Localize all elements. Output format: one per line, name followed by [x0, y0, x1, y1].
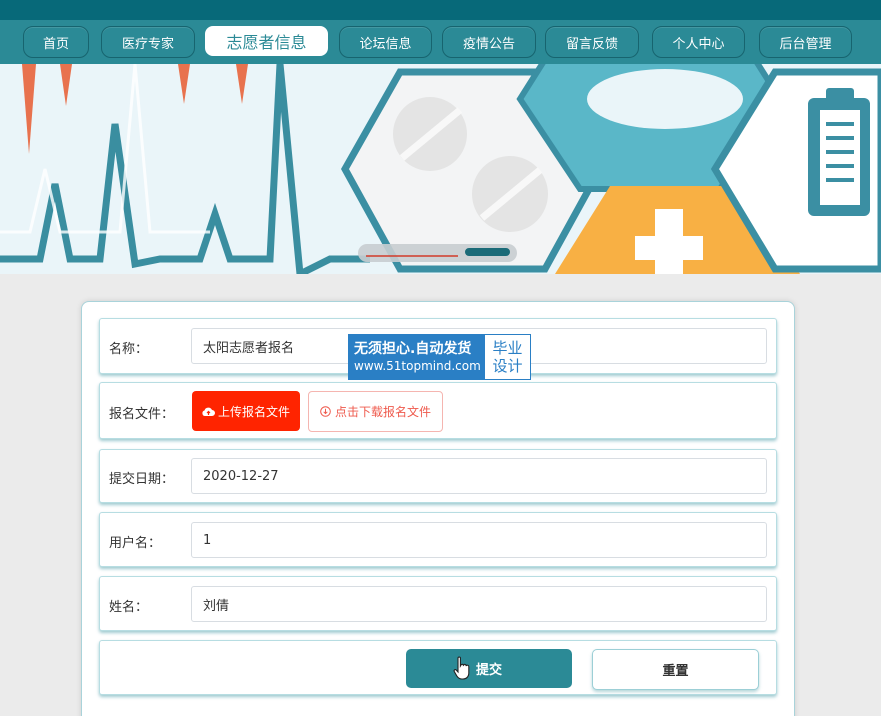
- nav-medical-experts[interactable]: 医疗专家: [101, 26, 195, 58]
- upload-file-button[interactable]: 上传报名文件: [192, 391, 300, 431]
- download-file-button[interactable]: 点击下载报名文件: [308, 391, 443, 432]
- nav-admin[interactable]: 后台管理: [759, 26, 852, 58]
- form-row-file: 报名文件： 上传报名文件 点击下载报名文件: [99, 382, 777, 439]
- nav-volunteer-info[interactable]: 志愿者信息: [203, 24, 330, 58]
- form-row-date: 提交日期： 2020-12-27: [99, 449, 777, 503]
- date-input[interactable]: 2020-12-27: [191, 458, 767, 494]
- watermark-line2: www.51topmind.com: [354, 359, 481, 373]
- username-label: 用户名：: [109, 536, 162, 551]
- cloud-upload-icon: [202, 407, 215, 416]
- hero-banner: [0, 64, 881, 274]
- realname-input[interactable]: 刘倩: [191, 586, 767, 622]
- top-strip: [0, 0, 881, 20]
- file-label: 报名文件：: [109, 407, 175, 422]
- form-row-username: 用户名： 1: [99, 512, 777, 567]
- form-row-actions: 提交 重置: [99, 640, 777, 695]
- realname-label: 姓名：: [109, 600, 149, 615]
- main-nav: 首页 医疗专家 志愿者信息 论坛信息 疫情公告 留言反馈 个人中心 后台管理: [0, 20, 881, 64]
- watermark-side1: 毕业: [492, 339, 523, 357]
- nav-forum[interactable]: 论坛信息: [339, 26, 432, 58]
- watermark-side2: 设计: [492, 357, 523, 375]
- nav-home[interactable]: 首页: [23, 26, 89, 58]
- form-row-realname: 姓名： 刘倩: [99, 576, 777, 631]
- name-label: 名称：: [109, 342, 149, 357]
- upload-file-label: 上传报名文件: [217, 404, 290, 419]
- username-input[interactable]: 1: [191, 522, 767, 558]
- download-icon: [320, 406, 331, 417]
- nav-feedback[interactable]: 留言反馈: [545, 26, 639, 58]
- watermark-line1: 无须担心.自动发货: [354, 341, 472, 357]
- nav-epidemic-notice[interactable]: 疫情公告: [442, 26, 536, 58]
- hand-pointer-cursor-icon: [453, 656, 470, 680]
- medical-banner-illustration: [0, 64, 881, 274]
- download-file-label: 点击下载报名文件: [334, 405, 431, 419]
- watermark-overlay: 无须担心.自动发货 www.51topmind.com 毕业 设计: [348, 334, 531, 380]
- submit-button[interactable]: 提交: [406, 649, 572, 688]
- date-label: 提交日期：: [109, 472, 175, 487]
- nav-personal-center[interactable]: 个人中心: [652, 26, 745, 58]
- reset-button[interactable]: 重置: [592, 649, 759, 690]
